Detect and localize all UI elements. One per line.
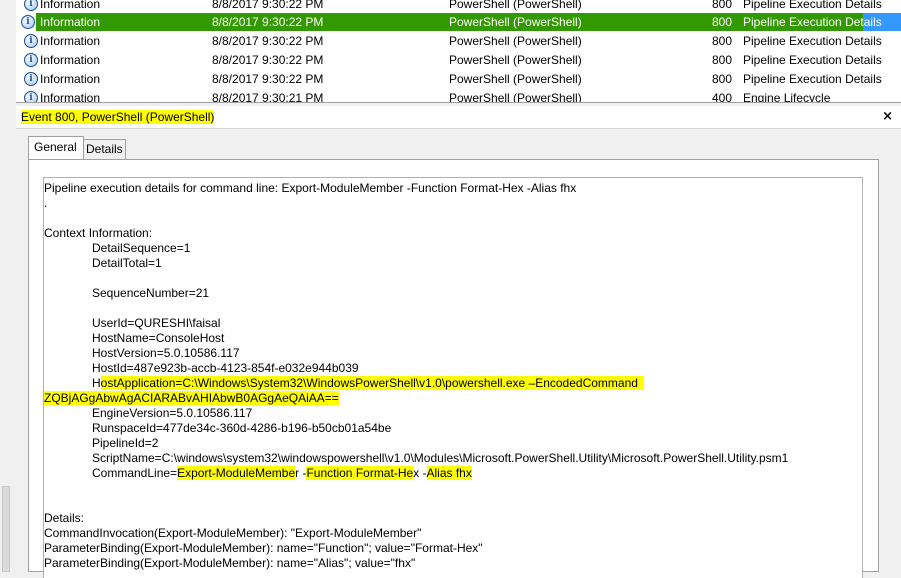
script-name: ScriptName=C:\windows\system32\windowspo…	[92, 451, 789, 465]
host-name: HostName=ConsoleHost	[92, 331, 225, 345]
event-id: 800	[712, 72, 733, 86]
event-id: 400	[712, 91, 733, 103]
event-row-selected[interactable]: i Information 8/8/2017 9:30:22 PM PowerS…	[21, 13, 901, 31]
event-date: 8/8/2017 9:30:22 PM	[212, 34, 324, 48]
event-row[interactable]: i Information 8/8/2017 9:30:22 PM PowerS…	[16, 0, 901, 13]
event-date: 8/8/2017 9:30:22 PM	[212, 15, 324, 29]
command-line: CommandLine=Export-ModuleMember -Functio…	[44, 466, 472, 481]
event-level: Information	[40, 53, 101, 67]
event-detail-header: Event 800, PowerShell (PowerShell) ×	[16, 106, 901, 129]
command-highlight: Export-ModuleMembe	[177, 466, 296, 480]
engine-version: EngineVersion=5.0.10586.117	[92, 406, 253, 420]
command-line-label: CommandLine=	[92, 466, 178, 480]
event-date: 8/8/2017 9:30:22 PM	[212, 72, 324, 86]
event-task: Pipeline Execution Details	[743, 53, 882, 67]
details-header: Details:	[44, 511, 85, 525]
event-date: 8/8/2017 9:30:21 PM	[212, 91, 324, 103]
general-tab-panel: Pipeline execution details for command l…	[28, 159, 879, 578]
event-source: PowerShell (PowerShell)	[449, 34, 582, 48]
event-level: Information	[40, 72, 101, 86]
event-id: 800	[712, 0, 733, 11]
close-icon[interactable]: ×	[882, 109, 893, 124]
event-list: i Information 8/8/2017 9:30:22 PM PowerS…	[16, 0, 901, 103]
event-level: Information	[40, 34, 101, 48]
event-row[interactable]: i Information 8/8/2017 9:30:22 PM PowerS…	[16, 51, 901, 69]
information-icon: i	[21, 15, 35, 29]
detail-total: DetailTotal=1	[92, 256, 162, 270]
event-task: Pipeline Execution Details	[743, 15, 882, 29]
information-icon: i	[24, 72, 38, 86]
information-icon: i	[24, 34, 38, 48]
host-application: HostApplication=C:\Windows\System32\Wind…	[44, 376, 644, 391]
event-task: Pipeline Execution Details	[743, 34, 882, 48]
command-text: r -	[295, 466, 307, 480]
command-invocation: CommandInvocation(Export-ModuleMember): …	[44, 526, 422, 540]
host-application-highlight: ostApplication=C:\Windows\System32\Windo…	[100, 376, 644, 390]
event-source: PowerShell (PowerShell)	[449, 0, 582, 11]
parameter-binding: ParameterBinding(Export-ModuleMember): n…	[44, 556, 416, 570]
event-source: PowerShell (PowerShell)	[449, 91, 582, 103]
event-id: 800	[712, 34, 733, 48]
host-version: HostVersion=5.0.10586.117	[92, 346, 240, 360]
left-pane-edge	[0, 0, 16, 572]
event-row[interactable]: i Information 8/8/2017 9:30:21 PM PowerS…	[16, 89, 901, 103]
tab-general[interactable]: General	[28, 136, 84, 159]
event-row[interactable]: i Information 8/8/2017 9:30:22 PM PowerS…	[16, 32, 901, 50]
sequence-number: SequenceNumber=21	[92, 286, 210, 300]
information-icon: i	[24, 0, 38, 11]
event-row[interactable]: i Information 8/8/2017 9:30:22 PM PowerS…	[16, 70, 901, 88]
event-task: Pipeline Execution Details	[743, 0, 882, 11]
encoded-command: ZQBjAGgAbwAgACIARABvAHIAbwB0AGgAeQAiAA==	[44, 391, 339, 406]
event-date: 8/8/2017 9:30:22 PM	[212, 0, 324, 11]
description-line: .	[44, 196, 48, 210]
event-level: Information	[40, 15, 101, 29]
pipeline-id: PipelineId=2	[92, 436, 159, 450]
information-icon: i	[24, 91, 38, 102]
information-icon: i	[24, 53, 38, 67]
context-header: Context Information:	[44, 226, 153, 240]
event-source: PowerShell (PowerShell)	[449, 72, 582, 86]
runspace-id: RunspaceId=477de34c-360d-4286-b196-b50cb…	[92, 421, 392, 435]
command-highlight: Function Format-He	[306, 466, 414, 480]
event-source: PowerShell (PowerShell)	[449, 15, 582, 29]
event-task: Engine Lifecycle	[743, 91, 831, 103]
event-detail-title-text: Event 800, PowerShell (PowerShell)	[21, 110, 215, 124]
event-date: 8/8/2017 9:30:22 PM	[212, 53, 324, 67]
host-id: HostId=487e923b-accb-4123-854f-e032e944b…	[92, 361, 359, 375]
user-id: UserId=QURESHI\faisal	[92, 316, 221, 330]
parameter-binding: ParameterBinding(Export-ModuleMember): n…	[44, 541, 483, 555]
event-level: Information	[40, 0, 101, 11]
tab-details[interactable]: Details	[80, 139, 126, 159]
event-detail-title: Event 800, PowerShell (PowerShell)	[21, 110, 215, 124]
event-description-box[interactable]: Pipeline execution details for command l…	[43, 177, 863, 578]
event-level: Information	[40, 91, 101, 103]
detail-sequence: DetailSequence=1	[92, 241, 191, 255]
event-id: 800	[712, 15, 733, 29]
left-pane-scrollbar[interactable]	[2, 486, 10, 572]
encoded-command-highlight: ZQBjAGgAbwAgACIARABvAHIAbwB0AGgAeQAiAA==	[44, 391, 339, 405]
command-highlight: Alias fhx	[426, 466, 472, 480]
event-task: Pipeline Execution Details	[743, 72, 882, 86]
command-text: x -	[413, 466, 427, 480]
host-application-prefix: H	[92, 376, 101, 390]
event-id: 800	[712, 53, 733, 67]
description-line: Pipeline execution details for command l…	[44, 181, 577, 195]
event-source: PowerShell (PowerShell)	[449, 53, 582, 67]
